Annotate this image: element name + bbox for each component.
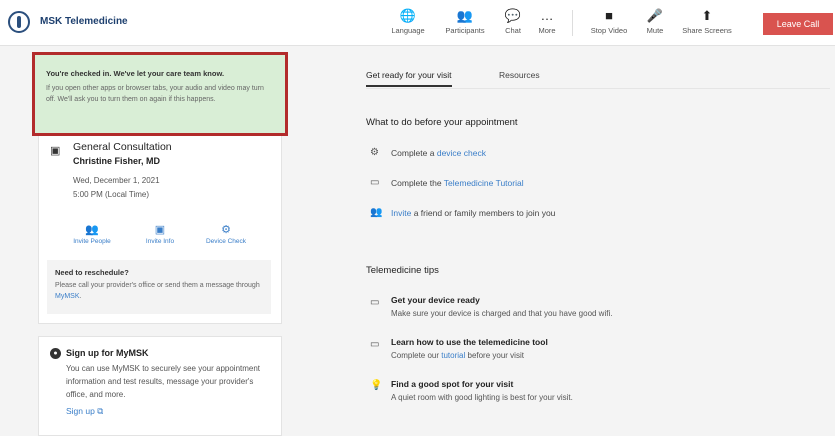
user-icon: ● <box>50 348 61 359</box>
signup-link[interactable]: Sign up ⧉ <box>66 406 103 417</box>
checked-in-notice: You're checked in. We've let your care t… <box>32 52 288 136</box>
reschedule-end: . <box>79 293 82 300</box>
invite-item: Invite a friend or family members to joi… <box>391 208 555 218</box>
device-check-prefix: Complete a <box>391 148 437 158</box>
more-icon: … <box>540 8 554 23</box>
leave-call-button[interactable]: Leave Call <box>763 13 833 35</box>
signup-body: You can use MyMSK to securely see your a… <box>66 364 261 399</box>
tip-tool-suffix: before your visit <box>465 351 524 360</box>
brand-name: MSK Telemedicine <box>40 16 128 27</box>
appointment-time: 5:00 PM (Local Time) <box>73 190 150 199</box>
participants-icon: 👥 <box>456 8 474 23</box>
invite-people-icon: 👥 <box>85 224 99 236</box>
gear-icon: ⚙ <box>370 147 379 158</box>
gear-icon: ⚙ <box>221 224 231 236</box>
appointment-type: General Consultation <box>73 141 172 153</box>
appointment-date: Wed, December 1, 2021 <box>73 176 160 185</box>
invite-people-button[interactable]: 👥 Invite People <box>62 222 122 245</box>
telemedicine-tips-title: Telemedicine tips <box>366 265 439 276</box>
reschedule-title: Need to reschedule? <box>55 268 129 277</box>
top-bar: MSK Telemedicine 🌐 Language 👥 Participan… <box>0 0 835 46</box>
tutorial-prefix: Complete the <box>391 178 444 188</box>
tip-tool-prefix: Complete our <box>391 351 442 360</box>
participants-button[interactable]: 👥 Participants <box>438 6 492 35</box>
toolbar-divider <box>572 10 573 36</box>
reschedule-body: Please call your provider's office or se… <box>55 280 263 302</box>
tip-device-desc: Make sure your device is charged and tha… <box>391 309 613 318</box>
share-screens-button[interactable]: ⬆ Share Screens <box>678 6 736 35</box>
lightbulb-icon: 💡 <box>370 380 383 391</box>
device-check-item: Complete a device check <box>391 148 486 158</box>
laptop-icon: ▭ <box>370 177 380 188</box>
more-label: More <box>538 26 556 35</box>
stop-video-button[interactable]: ■ Stop Video <box>584 6 634 35</box>
video-camera-icon: ■ <box>605 8 613 23</box>
tab-divider <box>366 88 830 89</box>
invite-info-button[interactable]: ▣ Invite Info <box>130 222 190 245</box>
language-button[interactable]: 🌐 Language <box>386 6 430 35</box>
checked-in-body: If you open other apps or browser tabs, … <box>46 85 264 103</box>
invite-info-label: Invite Info <box>145 238 175 245</box>
tip-spot-desc: A quiet room with good lighting is best … <box>391 393 573 402</box>
checked-in-title: You're checked in. We've let your care t… <box>46 69 225 78</box>
device-check-link[interactable]: device check <box>437 148 486 158</box>
mymsk-link[interactable]: MyMSK <box>55 293 80 300</box>
tutorial-link[interactable]: tutorial <box>441 351 465 360</box>
more-button[interactable]: … More <box>532 6 562 35</box>
chat-icon: 💬 <box>504 8 522 23</box>
doctor-name: Christine Fisher, MD <box>73 156 161 166</box>
device-check-label: Device Check <box>205 238 247 245</box>
tab-resources[interactable]: Resources <box>499 70 540 80</box>
tip-tool-title: Learn how to use the telemedicine tool <box>391 337 548 347</box>
reschedule-text: Please call your provider's office or se… <box>55 282 260 289</box>
calendar-icon: ▣ <box>154 224 166 236</box>
participants-label: Participants <box>445 26 485 35</box>
invite-people-label: Invite People <box>73 238 111 245</box>
laptop-icon: ▭ <box>370 339 380 350</box>
invite-link[interactable]: Invite <box>391 208 411 218</box>
device-check-button[interactable]: ⚙ Device Check <box>196 222 256 245</box>
share-screens-label: Share Screens <box>682 26 732 35</box>
msk-logo-icon <box>8 11 30 33</box>
device-icon: ▭ <box>370 297 380 308</box>
calendar-icon: ▣ <box>50 145 61 157</box>
tip-spot-title: Find a good spot for your visit <box>391 379 514 389</box>
microphone-icon: 🎤 <box>646 8 664 23</box>
stop-video-label: Stop Video <box>590 26 628 35</box>
invite-people-icon: 👥 <box>370 207 383 218</box>
globe-icon: 🌐 <box>399 8 417 23</box>
invite-suffix: a friend or family members to join you <box>411 208 556 218</box>
telemedicine-tutorial-link[interactable]: Telemedicine Tutorial <box>444 178 524 188</box>
tutorial-item: Complete the Telemedicine Tutorial <box>391 178 524 188</box>
tip-device-title: Get your device ready <box>391 295 480 305</box>
tip-tool-desc: Complete our tutorial before your visit <box>391 351 524 360</box>
signup-title: Sign up for MyMSK <box>66 348 149 358</box>
tab-get-ready[interactable]: Get ready for your visit <box>366 70 452 87</box>
reschedule-box: Need to reschedule? Please call your pro… <box>47 260 271 314</box>
language-label: Language <box>391 26 425 35</box>
share-screen-icon: ⬆ <box>701 8 713 23</box>
mute-button[interactable]: 🎤 Mute <box>640 6 670 35</box>
before-appointment-title: What to do before your appointment <box>366 117 518 128</box>
chat-button[interactable]: 💬 Chat <box>498 6 528 35</box>
chat-label: Chat <box>505 26 521 35</box>
mute-label: Mute <box>646 26 664 35</box>
